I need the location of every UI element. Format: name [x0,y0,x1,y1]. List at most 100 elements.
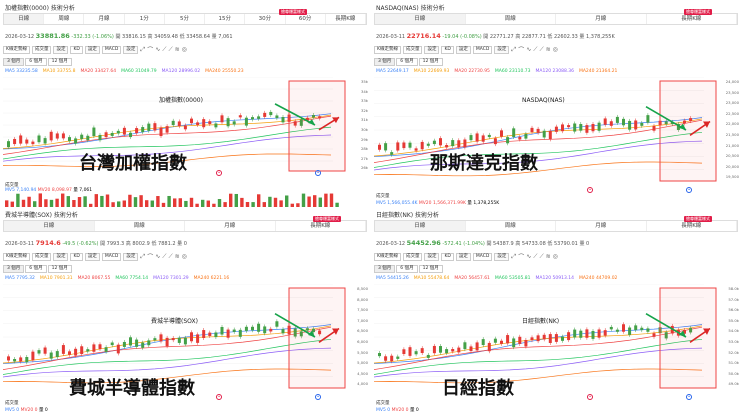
promo-badge[interactable]: 搶尊爆富樣式 [313,216,341,222]
tab-0[interactable]: 日線 [375,14,466,24]
tab-1[interactable]: 周線 [466,221,556,231]
event-marker[interactable]: • [686,394,692,400]
draw-tool-icon[interactable]: ⤢ [140,46,145,54]
volume-select[interactable]: 成交量 [402,252,423,261]
tab-2[interactable]: 月線 [556,14,647,24]
settings-button[interactable]: 設定 [424,45,440,54]
draw-tool-icon[interactable]: ⟋ [533,46,537,54]
tab-1[interactable]: 周線 [466,14,556,24]
event-marker[interactable]: • [587,394,593,400]
range-button-1[interactable]: 6 個月 [25,58,47,66]
draw-tool-icon[interactable]: ∿ [526,253,531,260]
draw-tool-icon[interactable]: ⌒ [518,45,524,54]
tab-2[interactable]: 月線 [185,221,276,231]
macd-settings-button[interactable]: 設定 [494,45,510,54]
draw-tool-icon[interactable]: ⟋ [168,253,172,261]
draw-tool-icon[interactable]: ≋ [546,253,551,260]
draw-tool-icon[interactable]: ◎ [553,253,558,260]
tab-5[interactable]: 15分 [205,14,246,24]
range-button-2[interactable]: 12 個月 [418,58,443,66]
tab-0[interactable]: 日線 [4,14,45,24]
event-marker[interactable]: • [315,170,321,176]
event-marker[interactable]: • [216,394,222,400]
tab-3[interactable]: 長期K線 [647,14,737,24]
volume-select[interactable]: 成交量 [31,252,52,261]
macd-settings-button[interactable]: 設定 [123,252,139,261]
macd-settings-button[interactable]: 設定 [123,45,139,54]
tab-6[interactable]: 30分 [245,14,286,24]
kd-select[interactable]: KD [441,45,454,54]
tab-7[interactable]: 60分 [286,14,326,24]
draw-tool-icon[interactable]: ⤢ [140,253,145,261]
chart-type-select[interactable]: K線走勢線 [374,45,401,54]
range-button-2[interactable]: 12 個月 [47,58,72,66]
draw-tool-icon[interactable]: ≋ [175,253,180,260]
draw-tool-icon[interactable]: ⟋ [539,46,543,54]
tab-8[interactable]: 長期K線 [326,14,366,24]
range-button-1[interactable]: 6 個月 [396,58,418,66]
draw-tool-icon[interactable]: ⟋ [533,253,537,261]
draw-tool-icon[interactable]: ∿ [526,46,531,53]
draw-tool-icon[interactable]: ⟋ [162,253,166,261]
event-marker[interactable]: • [315,394,321,400]
tab-0[interactable]: 日線 [4,221,95,231]
promo-badge[interactable]: 搶尊爆富樣式 [684,216,712,222]
draw-tool-icon[interactable]: ⤢ [511,253,516,261]
range-button-0[interactable]: 3 個月 [3,265,25,273]
kd-select[interactable]: KD [70,252,83,261]
tab-3[interactable]: 1分 [125,14,165,24]
draw-tool-icon[interactable]: ∿ [155,253,160,260]
range-button-2[interactable]: 12 個月 [418,265,443,273]
draw-tool-icon[interactable]: ◎ [182,46,187,53]
chart-type-select[interactable]: K線走勢線 [374,252,401,261]
tab-0[interactable]: 日線 [375,221,466,231]
event-marker[interactable]: • [587,187,593,193]
tab-1[interactable]: 周線 [44,14,85,24]
range-button-0[interactable]: 3 個月 [3,58,25,66]
kd-settings-button[interactable]: 設定 [84,252,100,261]
draw-tool-icon[interactable]: ◎ [182,253,187,260]
draw-tool-icon[interactable]: ⟋ [539,253,543,261]
macd-select[interactable]: MACD [101,45,122,54]
macd-select[interactable]: MACD [101,252,122,261]
range-button-0[interactable]: 3 個月 [374,58,396,66]
draw-tool-icon[interactable]: ⌒ [147,252,153,261]
range-button-0[interactable]: 3 個月 [374,265,396,273]
tab-4[interactable]: 5分 [165,14,206,24]
draw-tool-icon[interactable]: ≋ [546,46,551,53]
volume-select[interactable]: 成交量 [31,45,52,54]
macd-settings-button[interactable]: 設定 [494,252,510,261]
event-marker[interactable]: • [686,187,692,193]
tab-2[interactable]: 月線 [84,14,125,24]
kd-settings-button[interactable]: 設定 [84,45,100,54]
range-button-1[interactable]: 6 個月 [25,265,47,273]
draw-tool-icon[interactable]: ⌒ [518,252,524,261]
macd-select[interactable]: MACD [472,252,493,261]
tab-3[interactable]: 長期K線 [276,221,366,231]
draw-tool-icon[interactable]: ⟋ [162,46,166,54]
kd-settings-button[interactable]: 設定 [455,252,471,261]
tab-3[interactable]: 長期K線 [647,221,737,231]
tab-2[interactable]: 月線 [556,221,647,231]
kd-select[interactable]: KD [441,252,454,261]
chart-type-select[interactable]: K線走勢線 [3,45,30,54]
settings-button[interactable]: 設定 [424,252,440,261]
event-marker[interactable]: • [216,170,222,176]
kd-settings-button[interactable]: 設定 [455,45,471,54]
chart-type-select[interactable]: K線走勢線 [3,252,30,261]
draw-tool-icon[interactable]: ⤢ [511,46,516,54]
draw-tool-icon[interactable]: ⌒ [147,45,153,54]
settings-button[interactable]: 設定 [53,252,69,261]
draw-tool-icon[interactable]: ◎ [553,46,558,53]
tab-1[interactable]: 周線 [95,221,185,231]
range-button-1[interactable]: 6 個月 [396,265,418,273]
volume-select[interactable]: 成交量 [402,45,423,54]
promo-badge[interactable]: 搶尊爆富樣式 [279,9,307,15]
draw-tool-icon[interactable]: ⟋ [168,46,172,54]
settings-button[interactable]: 設定 [53,45,69,54]
promo-badge[interactable]: 搶尊爆富樣式 [684,9,712,15]
macd-select[interactable]: MACD [472,45,493,54]
draw-tool-icon[interactable]: ∿ [155,46,160,53]
range-button-2[interactable]: 12 個月 [47,265,72,273]
draw-tool-icon[interactable]: ≋ [175,46,180,53]
